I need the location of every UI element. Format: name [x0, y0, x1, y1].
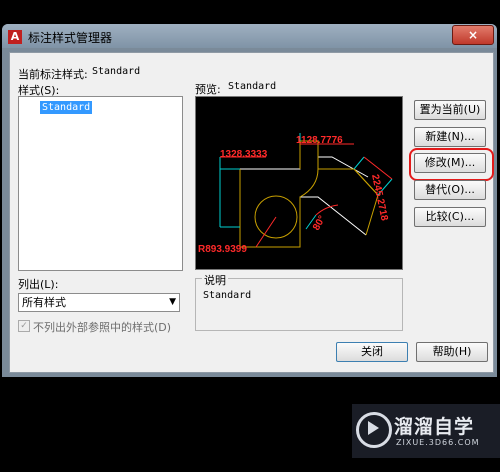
new-button[interactable]: 新建(N)... [414, 127, 486, 147]
part-outline-right [302, 140, 369, 178]
list-filter-select[interactable]: 所有样式 ▼ [18, 293, 180, 312]
preview-style-name: Standard [228, 81, 277, 92]
close-window-button[interactable]: × [452, 25, 494, 45]
compare-button[interactable]: 比较(C)... [414, 207, 486, 227]
exclude-xref-label: 不列出外部参照中的样式(D) [33, 321, 172, 334]
close-button[interactable]: 关闭 [336, 342, 408, 362]
current-style-label: 当前标注样式: [18, 68, 88, 81]
set-current-button[interactable]: 置为当前(U) [414, 100, 486, 120]
watermark-play-icon [368, 421, 379, 435]
highlight-annotation [409, 148, 494, 181]
dim-text-left: 1328.3333 [220, 149, 268, 160]
dim-text-radius: R893.9399 [198, 244, 247, 255]
styles-listbox[interactable] [18, 96, 183, 271]
ext-line [353, 156, 365, 170]
help-button[interactable]: 帮助(H) [416, 342, 488, 362]
preview-label: 预览: [195, 83, 221, 96]
preview-drawing: 1128.7776 1328.3333 2245.2718 80° R893.9… [198, 133, 393, 255]
list-filter-label: 列出(L): [18, 278, 59, 291]
description-text: Standard [203, 290, 252, 301]
list-filter-value: 所有样式 [22, 296, 66, 309]
description-label: 说明 [202, 272, 228, 288]
chevron-down-icon: ▼ [169, 297, 176, 307]
style-list-item-standard[interactable]: Standard [40, 101, 93, 114]
current-style-value: Standard [92, 66, 141, 77]
part-profile-right [318, 168, 379, 236]
watermark-url: ZIXUE.3D66.COM [396, 438, 480, 447]
dim-text-top: 1128.7776 [296, 135, 343, 146]
exclude-xref-checkbox[interactable]: ✓ [18, 320, 30, 332]
watermark-text: 溜溜自学 [394, 416, 475, 438]
dialog-title: 标注样式管理器 [28, 31, 113, 45]
override-button[interactable]: 替代(O)... [414, 180, 486, 200]
dimension-preview: 1128.7776 1328.3333 2245.2718 80° R893.9… [195, 96, 403, 270]
autocad-app-icon: A [8, 30, 22, 44]
radius-leader [255, 216, 277, 248]
part-outline [239, 169, 367, 248]
dim-text-angle: 80° [311, 214, 328, 233]
